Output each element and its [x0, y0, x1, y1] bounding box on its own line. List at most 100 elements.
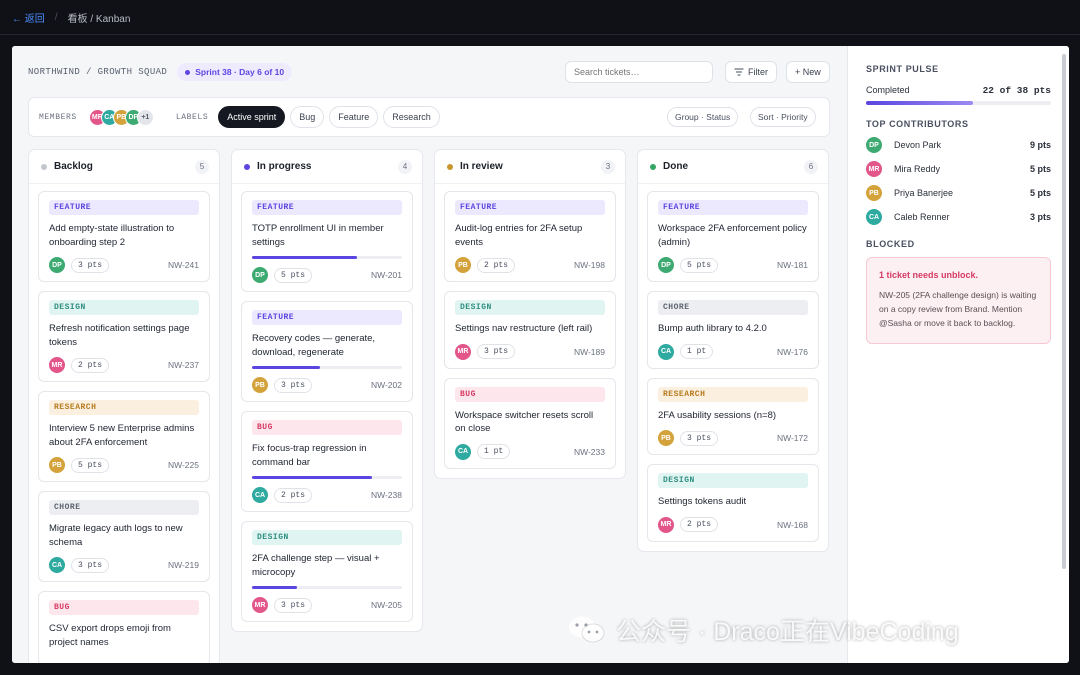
- story-points: 1 pt: [680, 344, 714, 359]
- contributor-row: CA Caleb Renner 3 pts: [866, 209, 1051, 225]
- blocked-headline: 1 ticket needs unblock.: [879, 270, 979, 280]
- sort-by-button[interactable]: Sort · Priority: [750, 107, 816, 127]
- story-points: 2 pts: [680, 517, 719, 532]
- column-count: 4: [398, 159, 412, 174]
- ticket-footer: PB 3 pts NW-172: [658, 430, 808, 446]
- filter-icon: [734, 68, 744, 76]
- contributor-points: 5 pts: [1029, 164, 1051, 174]
- sprint-badge-label: Sprint 38 · Day 6 of 10: [195, 67, 285, 77]
- new-button[interactable]: + New: [786, 61, 830, 83]
- contributor-name: Priya Banerjee: [894, 188, 954, 198]
- back-link[interactable]: ← 返回: [12, 10, 45, 25]
- ticket-title: Settings nav restructure (left rail): [455, 323, 593, 334]
- ticket-progress-bar: [252, 366, 402, 369]
- ticket-footer: MR 2 pts NW-237: [49, 357, 199, 373]
- assignee-avatar: PB: [252, 377, 268, 393]
- column-header: Backlog 5: [29, 150, 219, 184]
- ticket-tag: BUG: [455, 386, 605, 402]
- search-input[interactable]: [565, 61, 713, 83]
- ticket-footer: MR 2 pts NW-168: [658, 516, 808, 533]
- ticket-card[interactable]: FEATURE Add empty-state illustration to o…: [38, 191, 210, 282]
- ticket-tag: BUG: [252, 420, 402, 435]
- ticket-tag: DESIGN: [49, 300, 199, 315]
- ticket-id: NW-237: [167, 360, 199, 370]
- ticket-progress-fill: [252, 586, 297, 589]
- story-points: 1 pt: [477, 444, 511, 459]
- ticket-card[interactable]: BUG Fix focus-trap regression in command …: [241, 411, 413, 512]
- sprint-pulse-title: SPRINT PULSE: [866, 64, 939, 74]
- ticket-card[interactable]: RESEARCH Interview 5 new Enterprise admin…: [38, 391, 210, 482]
- status-dot-icon: [650, 163, 656, 170]
- ticket-footer: CA 1 pt NW-233: [455, 443, 605, 460]
- ticket-card[interactable]: DESIGN Settings tokens audit MR 2 pts NW-168: [647, 464, 819, 542]
- watermark-text: 公众号 · Draco正在VibeCoding: [616, 618, 959, 646]
- column-header: In progress 4: [232, 150, 422, 184]
- story-points: 5 pts: [71, 457, 110, 473]
- story-points: 3 pts: [274, 597, 313, 613]
- column-cards: FEATURE TOTP enrollment UI in member sett…: [232, 184, 422, 622]
- ticket-card[interactable]: RESEARCH 2FA usability sessions (n=8) PB 3 …: [647, 377, 819, 455]
- board-header: NORTHWIND / GROWTH SQUAD Sprint 38 · Day…: [28, 60, 830, 84]
- column-in-review: In review 3 FEATURE Audit-log entries for 2…: [434, 149, 626, 479]
- more-members-badge[interactable]: +1: [136, 108, 154, 126]
- ticket-card[interactable]: DESIGN 2FA challenge step — visual + micr…: [241, 521, 413, 622]
- contributor-points: 9 pts: [1029, 140, 1051, 150]
- ticket-card[interactable]: BUG CSV export drops emoji from project n…: [38, 591, 210, 663]
- story-points: 2 pts: [71, 357, 110, 373]
- ticket-card[interactable]: DESIGN Refresh notification settings page…: [38, 291, 210, 382]
- ticket-card[interactable]: FEATURE Audit-log entries for 2FA setup e…: [444, 191, 616, 282]
- ticket-title: Migrate legacy auth logs to new schema: [49, 523, 183, 548]
- label-chip-bug[interactable]: Bug: [290, 106, 325, 128]
- ticket-card[interactable]: BUG Workspace switcher resets scroll on c…: [444, 377, 616, 469]
- blocked-alert: 1 ticket needs unblock. NW-205 (2FA chal…: [866, 257, 1051, 344]
- members-label: MEMBERS: [39, 112, 77, 122]
- ticket-card[interactable]: CHORE Migrate legacy auth logs to new sch…: [38, 491, 210, 582]
- assignee-avatar: CA: [658, 343, 674, 360]
- sidebar: SPRINT PULSE Completed 22 of 38 pts TOP …: [847, 46, 1069, 663]
- column-done: Done 6 FEATURE Workspace 2FA enforcement po…: [637, 149, 829, 552]
- sidebar-scrollbar[interactable]: [1062, 54, 1066, 654]
- ticket-footer: DP 3 pts NW-241: [49, 257, 199, 273]
- ticket-card[interactable]: FEATURE Recovery codes — generate, downlo…: [241, 301, 413, 402]
- column-count: 6: [804, 159, 818, 174]
- assignee-avatar: MR: [49, 357, 65, 373]
- label-chip-active-sprint[interactable]: Active sprint: [218, 106, 286, 128]
- ticket-id: NW-238: [370, 490, 402, 500]
- column-count: 5: [195, 159, 209, 174]
- label-chip-feature[interactable]: Feature: [329, 106, 379, 128]
- story-points: 3 pts: [680, 430, 719, 446]
- ticket-footer: CA 3 pts NW-219: [49, 557, 199, 573]
- contributors-list: DP Devon Park 9 pts MR Mira Reddy 5 pts PB Priy…: [866, 137, 1051, 225]
- ticket-progress-fill: [252, 256, 357, 259]
- assignee-avatar: CA: [49, 557, 65, 573]
- ticket-card[interactable]: CHORE Bump auth library to 4.2.0 CA 1 pt NW-…: [647, 291, 819, 369]
- sprint-badge: Sprint 38 · Day 6 of 10: [177, 63, 293, 81]
- column-backlog: Backlog 5 FEATURE Add empty-state illustrat…: [28, 149, 220, 663]
- top-bar: ← 返回 / 看板 / Kanban: [0, 0, 1080, 35]
- sprint-progress-fill: [866, 101, 974, 105]
- ticket-id: NW-172: [776, 433, 808, 443]
- label-chip-research[interactable]: Research: [383, 106, 440, 128]
- new-label: + New: [795, 67, 821, 77]
- breadcrumb-separator: /: [54, 11, 58, 23]
- ticket-id: NW-198: [573, 260, 605, 270]
- scrollbar-thumb[interactable]: [1062, 54, 1066, 569]
- ticket-title: Recovery codes — generate, download, reg…: [252, 333, 376, 358]
- ticket-tag: CHORE: [658, 300, 808, 315]
- ticket-card[interactable]: FEATURE TOTP enrollment UI in member sett…: [241, 191, 413, 292]
- blocked-description: NW-205 (2FA challenge design) is waiting…: [879, 290, 1037, 328]
- ticket-footer: CA 2 pts NW-238: [252, 487, 402, 503]
- ticket-card[interactable]: DESIGN Settings nav restructure (left rai…: [444, 291, 616, 369]
- ticket-footer: PB 5 pts NW-225: [49, 457, 199, 473]
- group-by-button[interactable]: Group · Status: [667, 107, 739, 127]
- ticket-tag: FEATURE: [252, 310, 402, 325]
- filter-button[interactable]: Filter: [725, 61, 777, 83]
- ticket-title: 2FA challenge step — visual + microcopy: [252, 553, 380, 578]
- ticket-footer: DP 5 pts NW-201: [252, 267, 402, 283]
- column-cards: FEATURE Add empty-state illustration to o…: [29, 184, 219, 663]
- ticket-card[interactable]: FEATURE Workspace 2FA enforcement policy …: [647, 191, 819, 282]
- status-dot-icon: [447, 163, 453, 170]
- assignee-avatar: PB: [455, 257, 471, 273]
- assignee-avatar: PB: [49, 457, 65, 473]
- contributor-points: 3 pts: [1029, 212, 1051, 222]
